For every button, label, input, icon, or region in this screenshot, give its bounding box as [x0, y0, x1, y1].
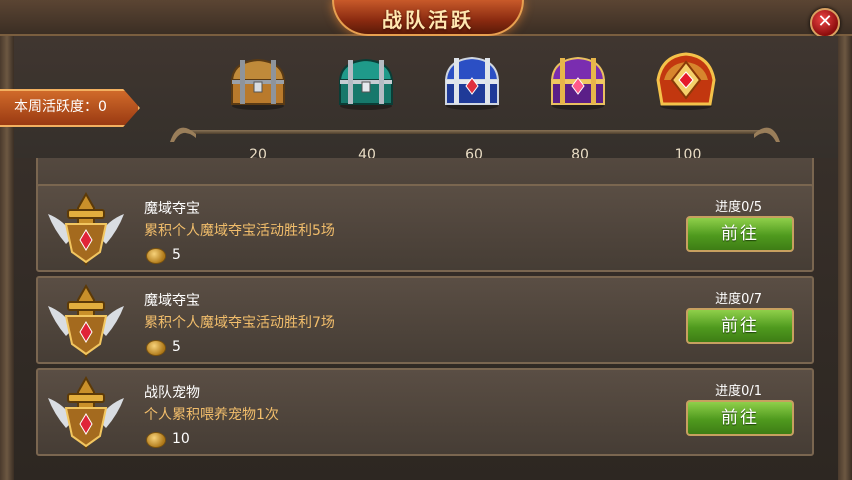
frame-border-right — [838, 30, 852, 480]
activity-progress-rail — [168, 114, 782, 144]
team-badge-icon — [48, 375, 124, 451]
reward-value: 10 — [172, 431, 190, 447]
close-button[interactable]: ✕ — [810, 8, 840, 38]
task-progress: 进度0/7 — [715, 292, 762, 307]
wooden-chest-icon[interactable] — [226, 52, 290, 112]
golden-ruby-chest-icon[interactable] — [654, 52, 718, 112]
rail-cap-left — [170, 127, 196, 142]
reward-value: 5 — [172, 339, 181, 355]
panel-title: 战队活跃 — [382, 8, 474, 32]
task-description: 个人累积喂养宠物1次 — [144, 407, 279, 423]
rail-cap-right — [754, 127, 780, 142]
task-row: 魔域夺宝 累积个人魔域夺宝活动胜利7场 5 进度0/7 前往 — [36, 276, 814, 364]
sapphire-chest-icon[interactable] — [440, 52, 504, 112]
coin-icon — [146, 248, 166, 264]
task-title: 魔域夺宝 — [144, 201, 200, 217]
task-list[interactable]: 5 魔域夺宝 累积个人魔域夺宝活动胜利5场 5 进度0/5 前往 魔域夺宝 累积… — [36, 158, 814, 464]
go-button[interactable]: 前往 — [686, 308, 794, 344]
task-description: 累积个人魔域夺宝活动胜利7场 — [144, 315, 335, 331]
amethyst-chest-icon[interactable] — [546, 52, 610, 112]
reward-value: 5 — [172, 247, 181, 263]
task-row: 魔域夺宝 累积个人魔域夺宝活动胜利5场 5 进度0/5 前往 — [36, 184, 814, 272]
task-progress: 进度0/5 — [715, 200, 762, 215]
jade-chest-icon[interactable] — [334, 52, 398, 112]
coin-icon — [146, 432, 166, 448]
task-title: 战队宠物 — [144, 385, 200, 401]
coin-icon — [146, 340, 166, 356]
task-row: 战队宠物 个人累积喂养宠物1次 10 进度0/1 前往 — [36, 368, 814, 456]
task-description: 累积个人魔域夺宝活动胜利5场 — [144, 223, 335, 239]
task-title: 魔域夺宝 — [144, 293, 200, 309]
go-button[interactable]: 前往 — [686, 400, 794, 436]
team-badge-icon — [48, 191, 124, 267]
team-badge-icon — [48, 283, 124, 359]
title-plate: 战队活跃 — [332, 0, 524, 36]
go-button[interactable]: 前往 — [686, 216, 794, 252]
task-progress: 进度0/1 — [715, 384, 762, 399]
weekly-activity-label: 本周活跃度：0 — [14, 99, 107, 115]
rail-line — [186, 130, 764, 134]
